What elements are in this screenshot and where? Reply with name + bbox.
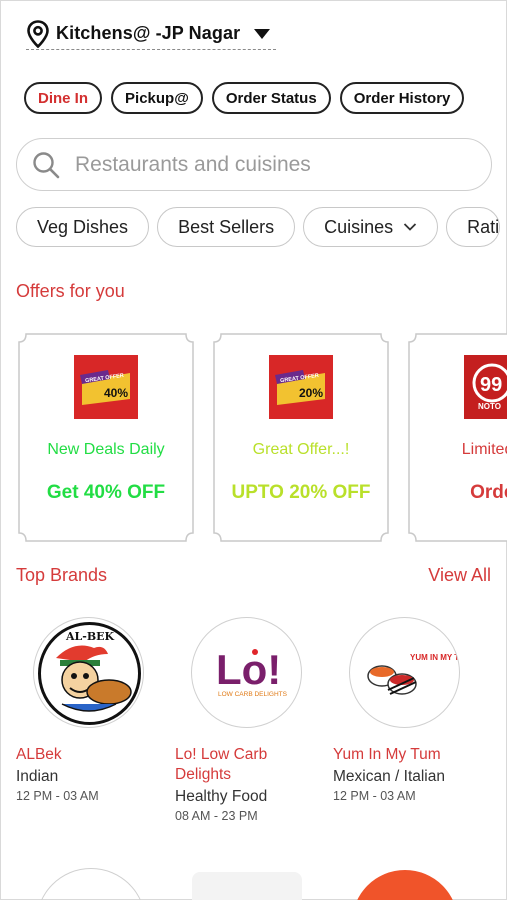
- tab-pickup[interactable]: Pickup@: [111, 82, 203, 114]
- offer-badge-text: NOTO: [478, 402, 501, 411]
- location-selector[interactable]: Kitchens@ -JP Nagar: [26, 18, 277, 50]
- brand-hours: 08 AM - 23 PM: [175, 809, 258, 823]
- brand-name: Lo! Low Carb Delights: [175, 746, 268, 783]
- caret-down-icon[interactable]: [254, 28, 271, 39]
- brand-logo-yum[interactable]: YUM IN MY TUM: [349, 617, 460, 728]
- filter-best-sellers[interactable]: Best Sellers: [157, 207, 296, 247]
- offer-card[interactable]: GREAT OFFER 40% New Deals Daily Get 40% …: [18, 333, 194, 542]
- brand-logo-lo[interactable]: Lo! LOW CARB DELIGHTS: [191, 617, 302, 728]
- chevron-down-icon: [404, 223, 417, 231]
- lo-logo-subtext: LOW CARB DELIGHTS: [218, 691, 288, 698]
- offer-badge-icon: 99 NOTO: [464, 355, 507, 419]
- search-input[interactable]: [75, 152, 475, 177]
- offer-badge-value: 40%: [104, 386, 128, 400]
- brand-cuisine: Mexican / Italian: [333, 768, 445, 785]
- lo-logo-icon: Lo! LOW CARB DELIGHTS: [216, 646, 288, 698]
- offer-badge-icon: GREAT OFFER 20%: [269, 355, 333, 419]
- offer-highlight: UPTO 20% OFF: [231, 482, 371, 503]
- mode-tabs: Dine In Pickup@ Order Status Order Histo…: [24, 82, 465, 114]
- location-label: Kitchens@ -JP Nagar: [56, 23, 241, 43]
- brand-hours: 12 PM - 03 AM: [16, 789, 99, 803]
- search-icon: [33, 151, 60, 178]
- offer-title: New Deals Daily: [47, 441, 165, 458]
- lo-logo-text: Lo!: [216, 646, 281, 693]
- filter-label: Veg Dishes: [37, 216, 129, 237]
- offers-section-title: Offers for you: [16, 281, 125, 301]
- filter-label: Cuisines: [324, 216, 394, 237]
- offer-highlight: Order: [470, 482, 507, 503]
- filter-cuisines[interactable]: Cuisines: [303, 207, 439, 247]
- yum-logo-text: YUM IN MY TUM: [410, 653, 460, 662]
- filter-veg-dishes[interactable]: Veg Dishes: [16, 207, 150, 247]
- brand-cuisine: Indian: [16, 768, 59, 785]
- brand-hours: 12 PM - 03 AM: [333, 789, 416, 803]
- offer-badge-icon: GREAT OFFER 40%: [74, 355, 138, 419]
- offer-title: Great Offer...!: [252, 441, 350, 458]
- offer-badge-value: 99: [480, 374, 502, 396]
- offers-carousel: GREAT OFFER 40% New Deals Daily Get 40% …: [18, 333, 507, 545]
- offer-highlight: Get 40% OFF: [46, 482, 166, 503]
- search-bar[interactable]: [16, 138, 492, 191]
- filter-label: Best Sellers: [178, 216, 275, 237]
- filter-ratings[interactable]: Rati: [446, 207, 501, 247]
- offer-badge-value: 20%: [299, 386, 323, 400]
- offer-title: Limited O: [461, 441, 507, 458]
- albek-logo-icon: AL-BEK: [38, 622, 141, 725]
- yum-logo-icon: YUM IN MY TUM: [367, 653, 460, 695]
- albek-logo-text: AL-BEK: [65, 630, 115, 643]
- brands-carousel: AL-BEK ALBek Indian 12 PM - 03 AM Lo! LO…: [0, 615, 507, 830]
- brands-section-title: Top Brands: [16, 565, 108, 585]
- brand-cuisine: Healthy Food: [175, 788, 268, 805]
- filter-chips: Veg Dishes Best Sellers Cuisines Rati: [16, 207, 501, 247]
- brand-logo-albek[interactable]: AL-BEK: [33, 617, 144, 728]
- tab-dine-in[interactable]: Dine In: [24, 82, 103, 114]
- brand-name: ALBek: [16, 746, 62, 763]
- offer-card[interactable]: 99 NOTO Limited O Order: [408, 333, 507, 542]
- brand-name: Yum In My Tum: [333, 746, 441, 763]
- view-all-link[interactable]: View All: [428, 565, 491, 586]
- map-pin-icon: [27, 19, 49, 48]
- offer-card[interactable]: GREAT OFFER 20% Great Offer...! UPTO 20%…: [213, 333, 389, 542]
- tab-order-status[interactable]: Order Status: [211, 82, 331, 114]
- next-item-peek: [192, 872, 302, 900]
- tab-order-history[interactable]: Order History: [339, 82, 465, 114]
- filter-label: Rati: [467, 216, 500, 237]
